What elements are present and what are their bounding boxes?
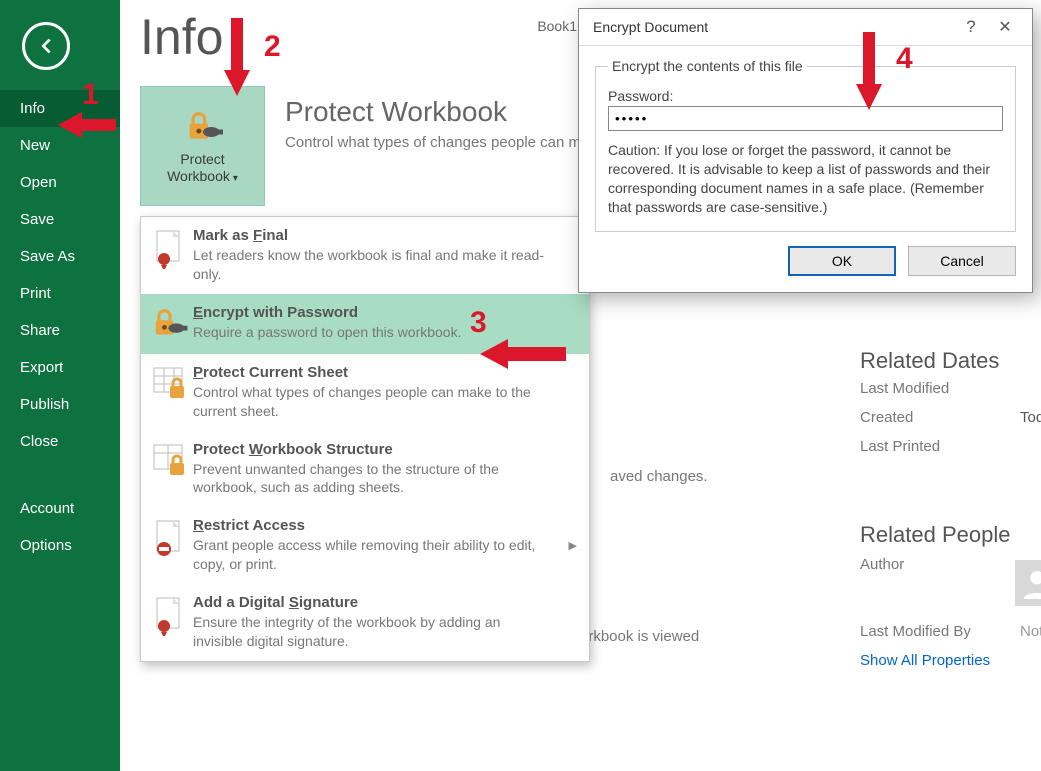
sidebar-item-publish[interactable]: Publish <box>0 386 120 423</box>
menu-item-desc: Require a password to open this workbook… <box>193 323 461 342</box>
lock-key-icon <box>183 107 223 147</box>
dialog-title: Encrypt Document <box>593 19 954 35</box>
sidebar-item-label: Export <box>20 359 63 376</box>
menu-item-title: Add a Digital Signature <box>193 594 553 611</box>
menu-item-desc: Ensure the integrity of the workbook by … <box>193 613 553 651</box>
sidebar-item-label: Publish <box>20 396 69 413</box>
sidebar-item-export[interactable]: Export <box>0 349 120 386</box>
sidebar-item-label: Options <box>20 537 72 554</box>
cancel-button[interactable]: Cancel <box>908 246 1016 276</box>
sidebar-item-label: Close <box>20 433 58 450</box>
prop-label: Last Printed <box>860 438 1020 455</box>
prop-value: Not saved yet <box>1020 623 1041 640</box>
menu-item-title: Mark as Final <box>193 227 553 244</box>
sheet-lock-icon <box>147 364 193 421</box>
menu-item-title: Protect Current Sheet <box>193 364 553 381</box>
document-final-icon <box>147 227 193 284</box>
menu-mark-as-final[interactable]: Mark as Final Let readers know the workb… <box>141 217 589 294</box>
sidebar-item-label: Account <box>20 500 74 517</box>
encrypt-document-dialog: Encrypt Document ? ✕ Encrypt the content… <box>578 8 1033 293</box>
menu-encrypt-with-password[interactable]: Encrypt with Password Require a password… <box>141 294 589 354</box>
password-input[interactable] <box>608 106 1003 131</box>
prop-value: Today, 6:41 PM <box>1020 409 1041 426</box>
close-button[interactable]: ✕ <box>988 17 1022 37</box>
prop-label: Created <box>860 409 1020 426</box>
document-restrict-icon <box>147 517 193 574</box>
sidebar-item-account[interactable]: Account <box>0 490 120 527</box>
prop-label: Last Modified By <box>860 623 1020 640</box>
sidebar-item-print[interactable]: Print <box>0 275 120 312</box>
submenu-arrow-icon: ▶ <box>569 539 577 552</box>
menu-item-title: Restrict Access <box>193 517 553 534</box>
protect-workbook-menu: Mark as Final Let readers know the workb… <box>140 216 590 662</box>
lock-key-icon <box>147 304 193 344</box>
help-button[interactable]: ? <box>954 17 988 37</box>
password-label: Password: <box>608 88 1003 104</box>
protect-workbook-button[interactable]: ProtectWorkbook <box>140 86 265 206</box>
menu-item-desc: Grant people access while removing their… <box>193 536 553 574</box>
menu-item-desc: Prevent unwanted changes to the structur… <box>193 460 553 498</box>
sidebar-item-label: Info <box>20 100 45 117</box>
obscured-text: orkbook is viewed <box>580 628 699 645</box>
sidebar-item-label: Save As <box>20 248 75 265</box>
sidebar-item-saveas[interactable]: Save As <box>0 238 120 275</box>
sidebar-item-options[interactable]: Options <box>0 527 120 564</box>
sidebar-item-info[interactable]: Info <box>0 90 120 127</box>
prop-label: Author <box>860 556 1015 609</box>
show-all-properties-link[interactable]: Show All Properties <box>860 652 990 669</box>
menu-item-title: Protect Workbook Structure <box>193 441 553 458</box>
menu-item-title: Encrypt with Password <box>193 304 461 321</box>
menu-protect-workbook-structure[interactable]: Protect Workbook Structure Prevent unwan… <box>141 431 589 508</box>
password-caution-text: Caution: If you lose or forget the passw… <box>608 141 1003 217</box>
document-signature-icon <box>147 594 193 651</box>
menu-item-desc: Control what types of changes people can… <box>193 383 553 421</box>
sidebar-item-label: Save <box>20 211 54 228</box>
workbook-lock-icon <box>147 441 193 498</box>
menu-restrict-access[interactable]: Restrict Access Grant people access whil… <box>141 507 589 584</box>
menu-add-digital-signature[interactable]: Add a Digital Signature Ensure the integ… <box>141 584 589 661</box>
sidebar-item-new[interactable]: New <box>0 127 120 164</box>
sidebar-item-label: Open <box>20 174 57 191</box>
sidebar-item-close[interactable]: Close <box>0 423 120 460</box>
sidebar-item-label: New <box>20 137 50 154</box>
sidebar-item-label: Print <box>20 285 51 302</box>
dialog-legend: Encrypt the contents of this file <box>608 58 807 74</box>
ok-button[interactable]: OK <box>788 246 896 276</box>
menu-protect-current-sheet[interactable]: Protect Current Sheet Control what types… <box>141 354 589 431</box>
sidebar-item-save[interactable]: Save <box>0 201 120 238</box>
sidebar-item-share[interactable]: Share <box>0 312 120 349</box>
related-people-heading: Related People <box>860 522 1010 548</box>
sidebar-item-open[interactable]: Open <box>0 164 120 201</box>
prop-label: Last Modified <box>860 380 1020 397</box>
backstage-sidebar: Info New Open Save Save As Print Share E… <box>0 0 120 771</box>
avatar-icon <box>1015 560 1041 606</box>
sidebar-item-label: Share <box>20 322 60 339</box>
back-button[interactable] <box>22 22 70 70</box>
obscured-text: aved changes. <box>610 468 708 485</box>
menu-item-desc: Let readers know the workbook is final a… <box>193 246 553 284</box>
related-dates-heading: Related Dates <box>860 348 999 374</box>
